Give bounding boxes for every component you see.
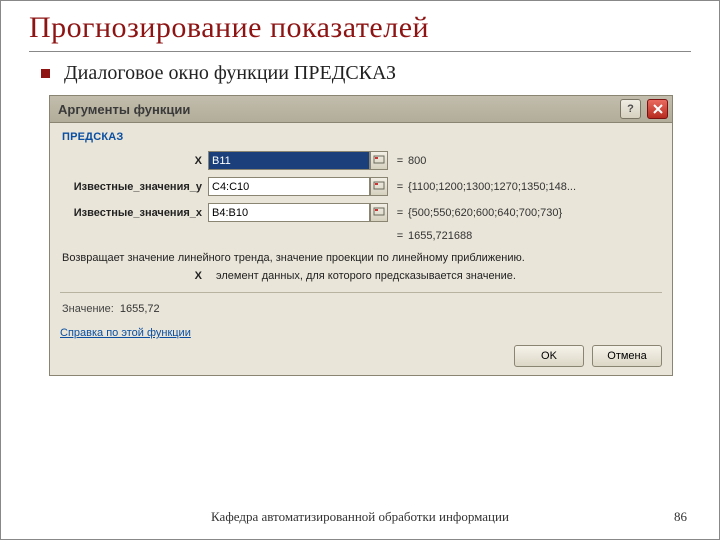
collapse-icon: [373, 181, 385, 193]
arg-input-known-x[interactable]: [208, 203, 370, 222]
function-description: Возвращает значение линейного тренда, зн…: [62, 252, 660, 264]
arg-input-x[interactable]: [208, 151, 370, 170]
page-number: 86: [674, 509, 687, 525]
divider: [60, 292, 662, 293]
equals-sign: =: [392, 181, 408, 193]
arg-hint-label: X: [62, 270, 208, 282]
function-name: ПРЕДСКАЗ: [60, 129, 662, 151]
collapse-icon: [373, 207, 385, 219]
function-arguments-dialog: Аргументы функции ? ПРЕДСКАЗ X = 800 Изв…: [49, 95, 673, 376]
value-label: Значение:: [62, 303, 114, 315]
computed-result-row: = 1655,721688: [60, 230, 662, 242]
slide-title: Прогнозирование показателей: [29, 11, 691, 52]
ok-button[interactable]: OK: [514, 345, 584, 367]
arg-result-known-x: {500;550;620;600;640;700;730}: [408, 207, 662, 219]
ref-picker-known-x[interactable]: [370, 203, 388, 222]
arg-hint-row: X элемент данных, для которого предсказы…: [62, 270, 660, 282]
subtitle-text: Диалоговое окно функции ПРЕДСКАЗ: [64, 62, 396, 85]
close-icon: [653, 104, 663, 114]
subtitle-row: Диалоговое окно функции ПРЕДСКАЗ: [41, 62, 691, 85]
arg-result-x: 800: [408, 155, 662, 167]
slide-footer: Кафедра автоматизированной обработки инф…: [1, 509, 719, 525]
dialog-buttons: OK Отмена: [60, 345, 662, 367]
arg-label-x: X: [60, 155, 208, 167]
ref-picker-known-y[interactable]: [370, 177, 388, 196]
arg-hint-text: элемент данных, для которого предсказыва…: [216, 270, 660, 282]
arguments-grid: X = 800 Известные_значения_y = {1100;120…: [60, 151, 662, 222]
close-button[interactable]: [647, 99, 668, 119]
dialog-body: ПРЕДСКАЗ X = 800 Известные_значения_y = …: [50, 123, 672, 375]
bullet-icon: [41, 69, 50, 78]
equals-sign: =: [392, 230, 408, 242]
arg-label-known-y: Известные_значения_y: [60, 181, 208, 193]
ref-picker-x[interactable]: [370, 151, 388, 170]
help-link[interactable]: Справка по этой функции: [60, 327, 191, 339]
dialog-titlebar[interactable]: Аргументы функции ?: [50, 96, 672, 123]
equals-sign: =: [392, 155, 408, 167]
dialog-title: Аргументы функции: [58, 102, 614, 117]
value-row: Значение: 1655,72: [60, 299, 662, 317]
arg-label-known-x: Известные_значения_x: [60, 207, 208, 219]
footer-text: Кафедра автоматизированной обработки инф…: [211, 509, 509, 525]
computed-result: 1655,721688: [408, 230, 662, 242]
collapse-icon: [373, 155, 385, 167]
arg-result-known-y: {1100;1200;1300;1270;1350;148...: [408, 181, 662, 193]
cancel-button[interactable]: Отмена: [592, 345, 662, 367]
value-value: 1655,72: [120, 303, 160, 315]
equals-sign: =: [392, 207, 408, 219]
help-button[interactable]: ?: [620, 99, 641, 119]
arg-input-known-y[interactable]: [208, 177, 370, 196]
